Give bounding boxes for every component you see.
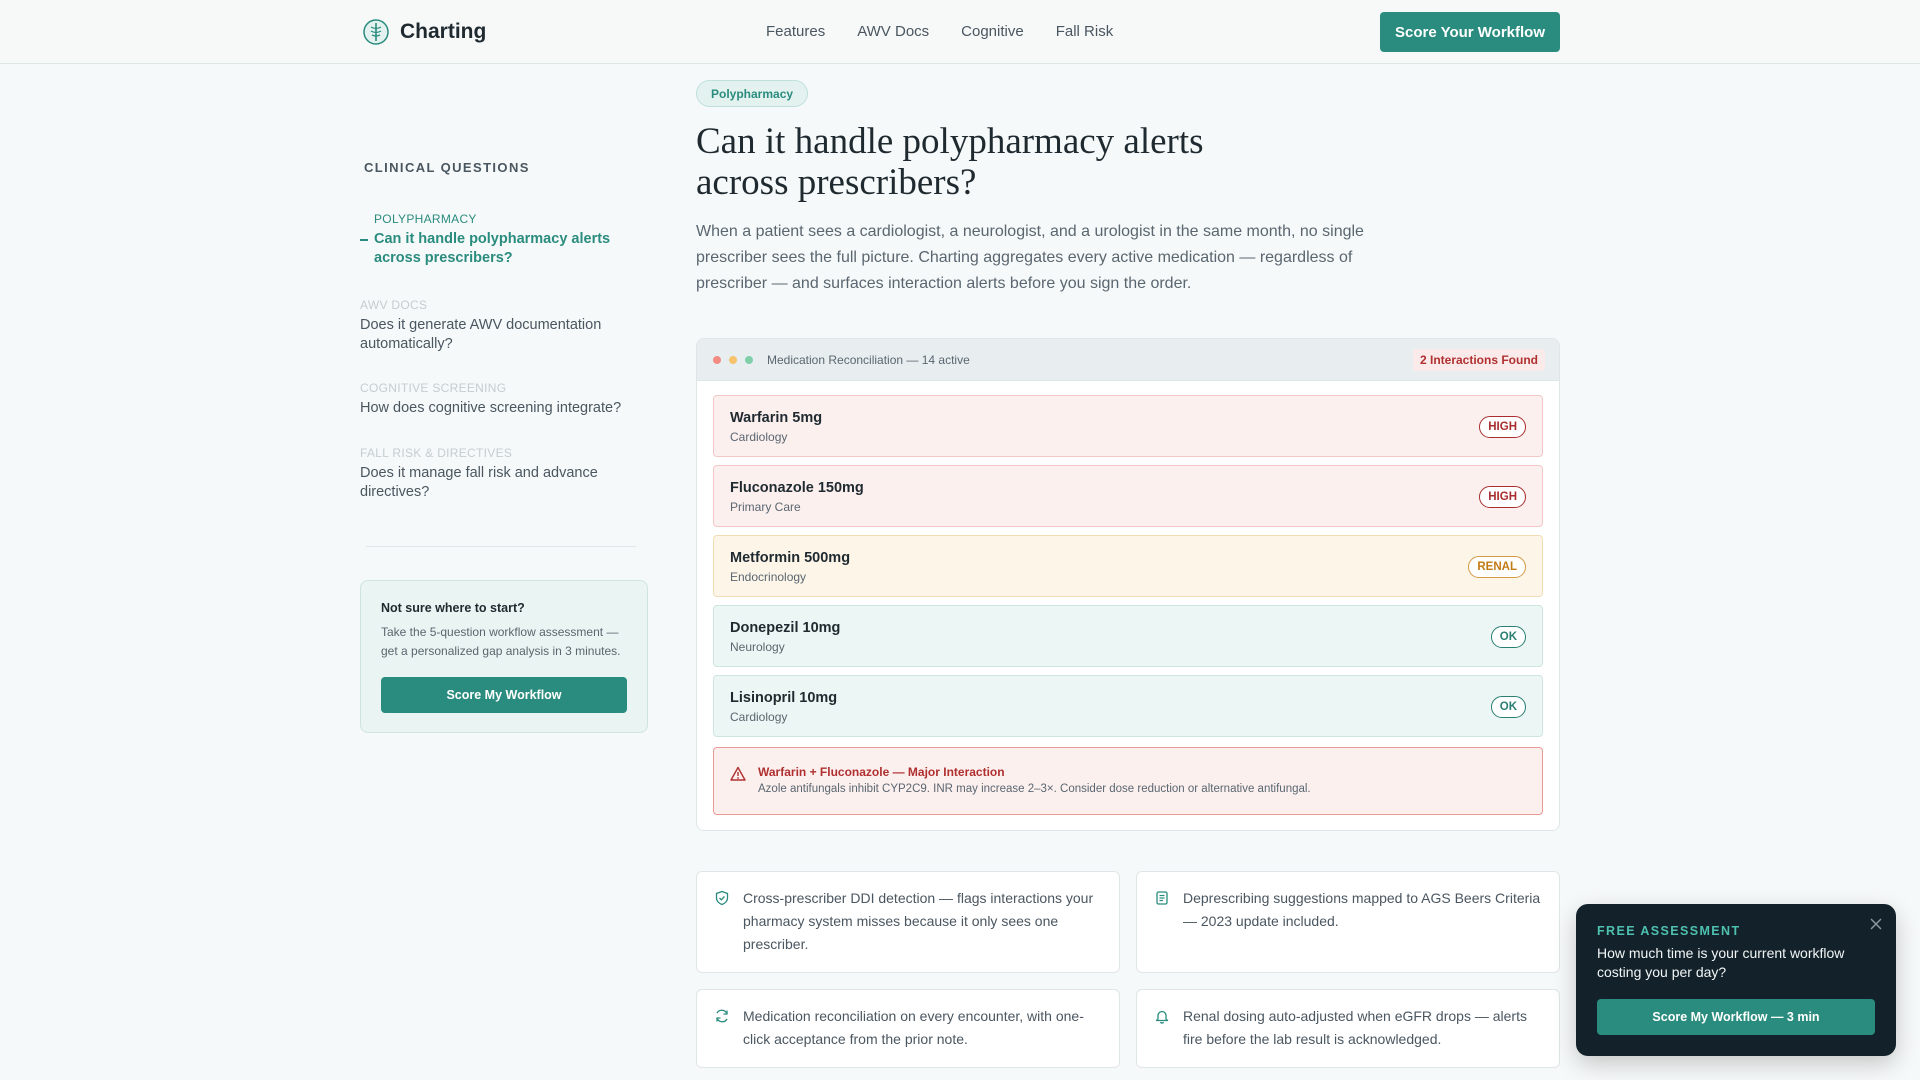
risk-badge: HIGH (1479, 416, 1526, 438)
shield-check-icon (715, 890, 729, 906)
medication-specialty: Neurology (730, 640, 785, 654)
alert-detail: Azole antifungals inhibit CYP2C9. INR ma… (758, 783, 1311, 795)
sidebar-item-awv-docs[interactable]: AWV DOCS Does it generate AWV documentat… (360, 298, 640, 354)
window-dot-green (745, 355, 753, 364)
medication-name: Donepezil 10mg (730, 620, 841, 636)
brand-name: Charting (400, 20, 487, 43)
risk-badge: OK (1490, 696, 1526, 718)
help-card-title: Not sure where to start? (381, 601, 525, 615)
sidebar-item-category: FALL RISK & DIRECTIVES (360, 446, 513, 460)
medication-row[interactable]: Lisinopril 10mg Cardiology OK (713, 675, 1543, 737)
medication-specialty: Primary Care (730, 500, 801, 514)
nav-link-fall-risk[interactable]: Fall Risk (1056, 23, 1114, 40)
sidebar-item-fall-risk[interactable]: FALL RISK & DIRECTIVES Does it manage fa… (360, 446, 640, 502)
top-navigation-bar: Charting Features AWV Docs Cognitive Fal… (0, 0, 1920, 64)
warning-triangle-icon (730, 766, 746, 781)
sidebar-item-category: AWV DOCS (360, 298, 428, 312)
sidebar-heading: CLINICAL QUESTIONS (364, 160, 530, 175)
feature-text: Medication reconciliation on every encou… (743, 1008, 1084, 1047)
risk-badge: OK (1490, 626, 1526, 648)
document-list-icon (1156, 891, 1168, 905)
alert-title: Warfarin + Fluconazole — Major Interacti… (758, 765, 1005, 779)
active-indicator (360, 239, 368, 241)
medication-row[interactable]: Metformin 500mg Endocrinology RENAL (713, 535, 1543, 597)
page-title: Can it handle polypharmacy alerts across… (696, 121, 1204, 203)
sidebar-item-question: How does cognitive screening integrate? (360, 400, 622, 416)
nav-link-awv-docs[interactable]: AWV Docs (857, 23, 929, 40)
risk-badge: RENAL (1468, 556, 1526, 578)
sidebar-item-category: COGNITIVE SCREENING (360, 381, 507, 395)
help-card: Not sure where to start? Take the 5-ques… (360, 580, 648, 733)
sidebar-item-polypharmacy[interactable]: POLYPHARMACY Can it handle polypharmacy … (374, 212, 654, 268)
main-nav: Features AWV Docs Cognitive Fall Risk (766, 23, 1113, 40)
score-my-workflow-button[interactable]: Score My Workflow (381, 677, 627, 713)
medication-specialty: Cardiology (730, 430, 788, 444)
medication-row[interactable]: Warfarin 5mg Cardiology HIGH (713, 395, 1543, 457)
sidebar-item-cognitive-screening[interactable]: COGNITIVE SCREENING How does cognitive s… (360, 381, 640, 418)
medication-name: Lisinopril 10mg (730, 690, 838, 706)
interactions-badge: 2 Interactions Found (1412, 349, 1545, 371)
caduceus-logo-icon (363, 19, 389, 45)
window-title: Medication Reconciliation — 14 active (767, 352, 970, 367)
nav-link-features[interactable]: Features (766, 23, 825, 40)
window-title-bar: Medication Reconciliation — 14 active 2 … (697, 339, 1559, 381)
medication-name: Metformin 500mg (730, 550, 851, 566)
toast-question: How much time is your current workflow c… (1597, 945, 1845, 980)
interaction-alert[interactable]: Warfarin + Fluconazole — Major Interacti… (713, 747, 1543, 815)
medication-specialty: Cardiology (730, 710, 788, 724)
feature-card: Medication reconciliation on every encou… (696, 989, 1120, 1068)
category-tag: Polypharmacy (696, 80, 809, 107)
medication-row[interactable]: Fluconazole 150mg Primary Care HIGH (713, 465, 1543, 527)
medication-reconciliation-window: Medication Reconciliation — 14 active 2 … (696, 338, 1560, 831)
feature-text: Cross-prescriber DDI detection — flags i… (743, 890, 1094, 952)
risk-badge: HIGH (1479, 486, 1526, 508)
medication-row[interactable]: Donepezil 10mg Neurology OK (713, 605, 1543, 667)
brand[interactable]: Charting (362, 18, 486, 46)
nav-link-cognitive[interactable]: Cognitive (961, 23, 1024, 40)
close-icon[interactable] (1868, 916, 1884, 932)
window-dot-yellow (729, 355, 737, 364)
help-card-text: Take the 5-question workflow assessment … (381, 625, 621, 658)
score-my-workflow-3-min-button[interactable]: Score My Workflow — 3 min (1597, 999, 1875, 1035)
assessment-toast: FREE ASSESSMENT How much time is your cu… (1576, 904, 1896, 1056)
refresh-icon (716, 1009, 728, 1023)
window-dot-red (713, 355, 721, 364)
toast-label: FREE ASSESSMENT (1597, 924, 1741, 938)
score-your-workflow-button[interactable]: Score Your Workflow (1380, 12, 1560, 52)
medication-specialty: Endocrinology (730, 570, 807, 584)
feature-card: Renal dosing auto-adjusted when eGFR dro… (1136, 989, 1560, 1068)
feature-text: Renal dosing auto-adjusted when eGFR dro… (1183, 1008, 1527, 1047)
medication-name: Warfarin 5mg (730, 410, 823, 426)
sidebar-item-category: POLYPHARMACY (374, 212, 477, 226)
lead-paragraph: When a patient sees a cardiologist, a ne… (696, 223, 1364, 292)
medication-name: Fluconazole 150mg (730, 480, 864, 496)
sidebar-item-question: Does it generate AWV documentation autom… (360, 317, 602, 352)
sidebar-item-question: Can it handle polypharmacy alerts across… (374, 231, 611, 266)
sidebar-divider (366, 546, 636, 547)
sidebar-item-question: Does it manage fall risk and advance dir… (360, 465, 598, 500)
feature-card: Deprescribing suggestions mapped to AGS … (1136, 871, 1560, 973)
feature-text: Deprescribing suggestions mapped to AGS … (1183, 890, 1541, 929)
feature-card: Cross-prescriber DDI detection — flags i… (696, 871, 1120, 973)
bell-icon (1155, 1010, 1169, 1024)
